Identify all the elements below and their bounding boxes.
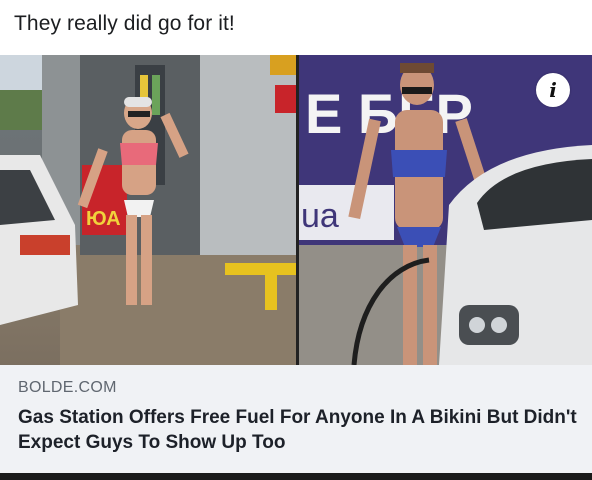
- info-button[interactable]: i: [536, 73, 570, 107]
- link-preview-card[interactable]: ЮА E БЕР ua i BOLDE.COM Gas Station Offe…: [0, 55, 592, 473]
- pump-sign-text: ЮА: [86, 208, 121, 230]
- link-preview-caption[interactable]: BOLDE.COM Gas Station Offers Free Fuel F…: [0, 365, 592, 473]
- link-domain: BOLDE.COM: [18, 379, 117, 396]
- store-sign-side-text: ua: [301, 197, 339, 235]
- link-headline[interactable]: Gas Station Offers Free Fuel For Anyone …: [18, 405, 578, 455]
- photo-left-illustration: ЮА: [0, 55, 296, 365]
- post-text: They really did go for it!: [14, 12, 235, 35]
- info-icon: i: [549, 78, 557, 102]
- bottom-divider: [0, 473, 592, 480]
- store-sign-text: E БЕР: [305, 82, 473, 145]
- link-preview-image[interactable]: ЮА E БЕР ua i: [0, 55, 592, 365]
- photo-left: ЮА: [0, 55, 296, 365]
